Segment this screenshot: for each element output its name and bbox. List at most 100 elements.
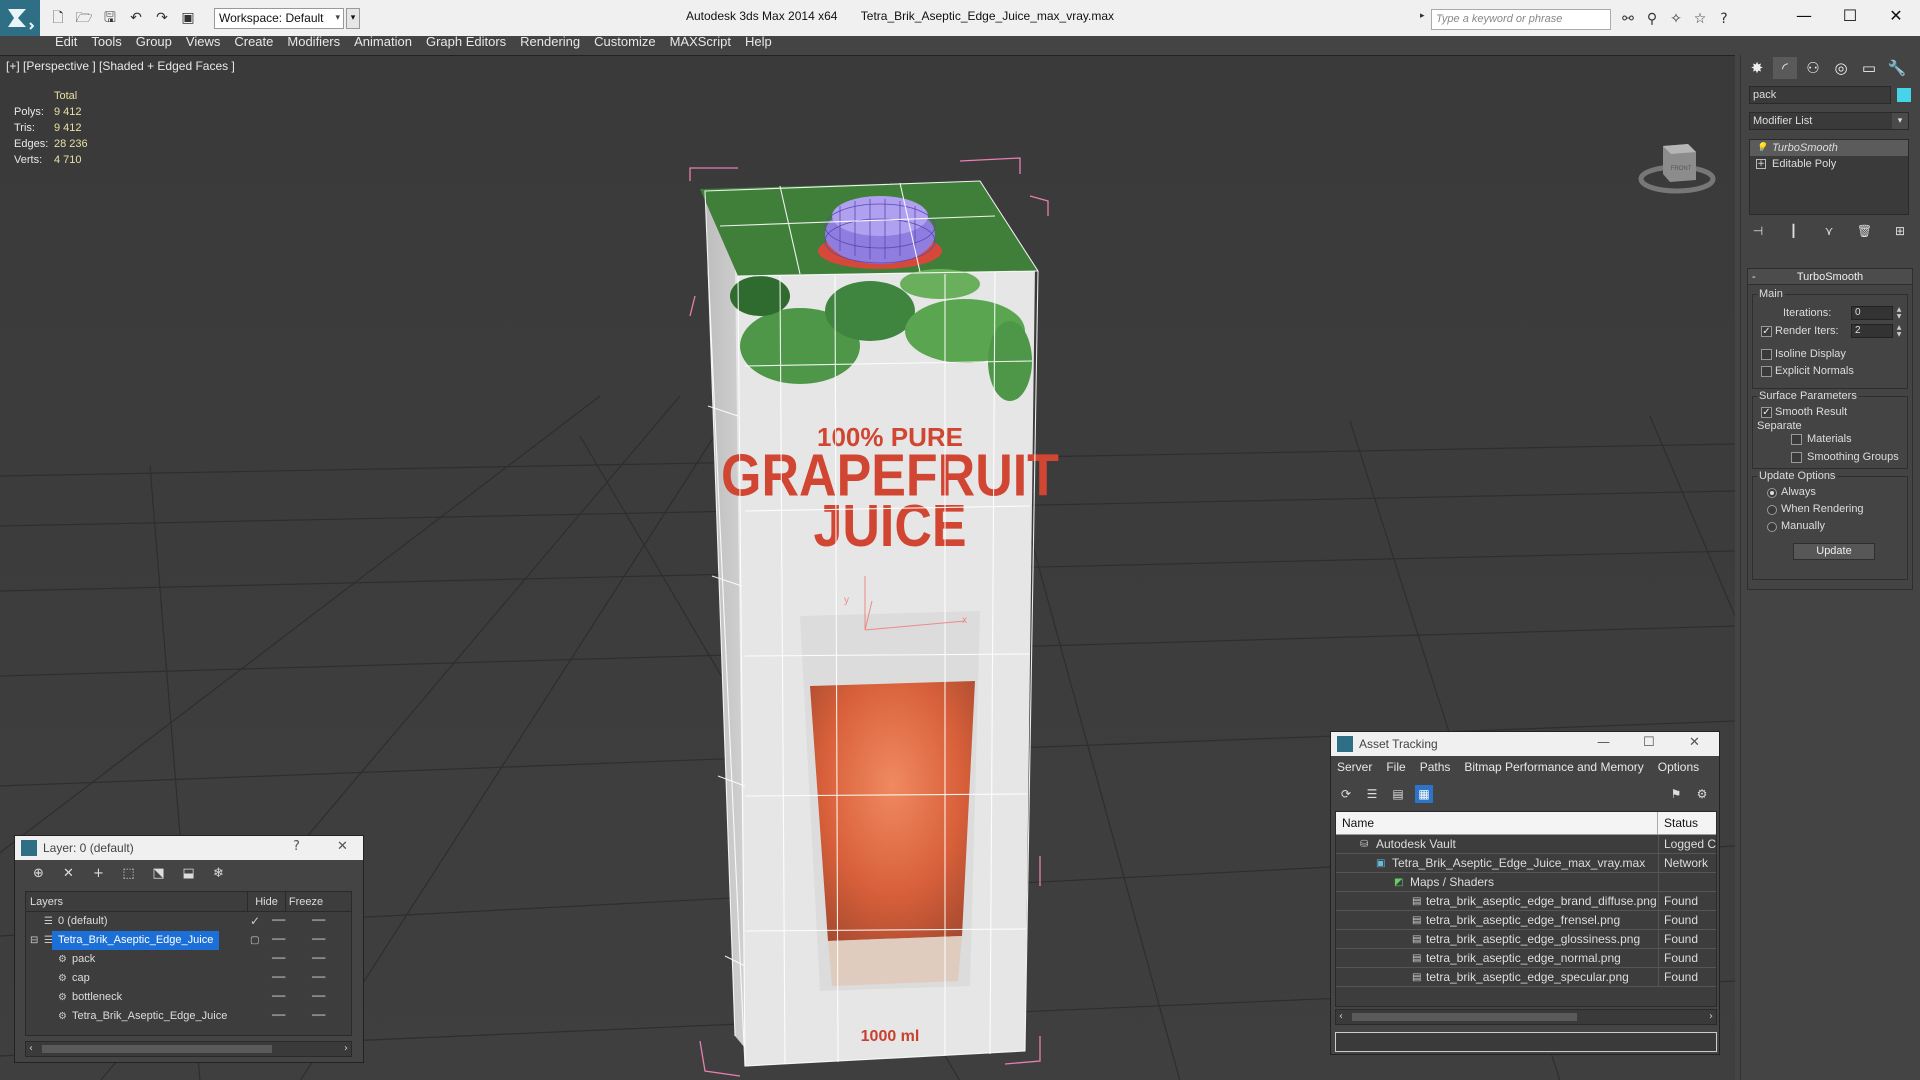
new-file-icon[interactable]: 🗋 xyxy=(48,9,68,27)
menu-item-tools[interactable]: Tools xyxy=(91,35,135,48)
hide-toggle[interactable]: ━━ xyxy=(272,912,285,931)
expand-plus-icon[interactable]: + xyxy=(1756,159,1766,169)
active-layer-check-icon[interactable]: ✓ xyxy=(250,912,260,931)
layer-object-row[interactable]: ⚙ Tetra_Brik_Aseptic_Edge_Juice ━━ ━━ xyxy=(26,1007,351,1026)
refresh-icon[interactable]: ⟳ xyxy=(1337,785,1355,803)
project-folder-icon[interactable]: ▣ xyxy=(178,9,198,27)
iterations-spinner[interactable]: 0 xyxy=(1851,306,1893,320)
isoline-display-checkbox[interactable] xyxy=(1761,349,1772,360)
render-iters-checkbox[interactable]: ✓ xyxy=(1761,326,1772,337)
explicit-normals-checkbox[interactable] xyxy=(1761,366,1772,377)
menu-item-maxscript[interactable]: MAXScript xyxy=(670,35,745,48)
select-objects-icon[interactable]: ⬚ xyxy=(119,866,138,882)
lightbulb-icon[interactable]: 💡 xyxy=(1756,143,1767,153)
favorites-star-icon[interactable]: ☆ xyxy=(1690,9,1710,29)
search-expand-icon[interactable]: ▸ xyxy=(1420,11,1425,21)
menu-item-animation[interactable]: Animation xyxy=(354,35,426,48)
scroll-left-icon[interactable]: ‹ xyxy=(29,1042,33,1056)
asset-menu-options[interactable]: Options xyxy=(1658,760,1699,774)
update-always-radio[interactable] xyxy=(1767,488,1777,498)
close-button[interactable]: ✕ xyxy=(1873,4,1919,28)
layer-row[interactable]: ☰ 0 (default) ✓ ━━ ━━ xyxy=(26,912,351,931)
asset-row[interactable]: ▤ tetra_brik_aseptic_edge_frensel.png Fo… xyxy=(1336,911,1716,930)
asset-horizontal-scrollbar[interactable]: ‹ › xyxy=(1335,1009,1717,1025)
asset-row[interactable]: ▤ tetra_brik_aseptic_edge_brand_diffuse.… xyxy=(1336,892,1716,911)
vault-settings-icon[interactable]: ⚙ xyxy=(1693,785,1711,803)
spinner-arrows-icon[interactable]: ▲ ▼ xyxy=(1895,324,1903,338)
status-column-header[interactable]: Status xyxy=(1658,812,1698,834)
detail-view-icon[interactable]: ▤ xyxy=(1389,785,1407,803)
menu-item-modifiers[interactable]: Modifiers xyxy=(287,35,354,48)
asset-row[interactable]: ▣ Tetra_Brik_Aseptic_Edge_Juice_max_vray… xyxy=(1336,854,1716,873)
layer-object-row[interactable]: ⚙ pack ━━ ━━ xyxy=(26,950,351,969)
asset-tracking-titlebar[interactable]: Asset Tracking — ☐ ✕ xyxy=(1331,732,1719,756)
asset-menu-file[interactable]: File xyxy=(1386,760,1405,774)
utilities-tab-icon[interactable]: 🔧 xyxy=(1885,57,1909,79)
help-icon[interactable]: ? xyxy=(1714,9,1734,29)
open-file-icon[interactable]: 🗁 xyxy=(74,9,94,27)
freeze-all-icon[interactable]: ❄ xyxy=(209,866,228,882)
search-input[interactable]: Type a keyword or phrase xyxy=(1431,9,1611,30)
binoculars-icon[interactable]: ⚯ xyxy=(1618,9,1638,29)
asset-row[interactable]: ▤ tetra_brik_aseptic_edge_normal.png Fou… xyxy=(1336,949,1716,968)
smooth-result-checkbox[interactable]: ✓ xyxy=(1761,407,1772,418)
asset-row[interactable]: ▤ tetra_brik_aseptic_edge_specular.png F… xyxy=(1336,968,1716,987)
save-file-icon[interactable]: 🖫 xyxy=(100,9,120,27)
freeze-toggle[interactable]: ━━ xyxy=(312,969,325,988)
freeze-toggle[interactable]: ━━ xyxy=(312,912,325,931)
close-icon[interactable]: ✕ xyxy=(1689,735,1700,750)
add-to-layer-icon[interactable]: + xyxy=(89,866,108,882)
configure-modifier-sets-icon[interactable]: ⊞ xyxy=(1891,223,1909,239)
freeze-toggle[interactable]: ━━ xyxy=(312,950,325,969)
hide-toggle[interactable]: ━━ xyxy=(272,931,285,950)
hide-all-icon[interactable]: ⬓ xyxy=(179,866,198,882)
workspace-dropdown[interactable]: Workspace: Default ▾ xyxy=(214,8,344,29)
create-tab-icon[interactable]: ✸ xyxy=(1745,57,1769,79)
motion-tab-icon[interactable]: ◎ xyxy=(1829,57,1853,79)
table-view-icon[interactable]: ▦ xyxy=(1415,785,1433,803)
hide-toggle[interactable]: ━━ xyxy=(272,988,285,1007)
make-unique-icon[interactable]: ⋎ xyxy=(1820,223,1838,239)
update-when-rendering-radio[interactable] xyxy=(1767,505,1777,515)
hide-toggle[interactable]: ━━ xyxy=(272,1007,285,1026)
object-name-field[interactable]: pack xyxy=(1749,86,1891,104)
stack-item-editable-poly[interactable]: + Editable Poly xyxy=(1750,156,1908,172)
rollout-header[interactable]: - TurboSmooth xyxy=(1748,269,1912,285)
name-column-header[interactable]: Name xyxy=(1336,812,1658,834)
menu-item-create[interactable]: Create xyxy=(234,35,287,48)
communication-center-icon[interactable]: ✧ xyxy=(1666,9,1686,29)
undo-icon[interactable]: ↶ xyxy=(126,9,146,27)
freeze-toggle[interactable]: ━━ xyxy=(312,931,325,950)
update-button[interactable]: Update xyxy=(1793,543,1875,560)
menu-item-graph-editors[interactable]: Graph Editors xyxy=(426,35,520,48)
hide-column-header[interactable]: Hide xyxy=(248,892,286,911)
asset-row[interactable]: ◩ Maps / Shaders xyxy=(1336,873,1716,892)
app-logo-button[interactable] xyxy=(0,0,40,36)
display-tab-icon[interactable]: ▭ xyxy=(1857,57,1881,79)
menu-item-edit[interactable]: Edit xyxy=(55,35,91,48)
redo-icon[interactable]: ↷ xyxy=(152,9,172,27)
help-pointer-icon[interactable]: ⚑ xyxy=(1667,785,1685,803)
delete-layer-icon[interactable]: ✕ xyxy=(59,866,78,882)
scroll-right-icon[interactable]: › xyxy=(344,1042,348,1056)
separate-materials-checkbox[interactable] xyxy=(1791,434,1802,445)
remove-modifier-icon[interactable]: 🗑 xyxy=(1856,223,1874,239)
maximize-button[interactable]: ☐ xyxy=(1827,4,1873,28)
hide-toggle[interactable]: ━━ xyxy=(272,950,285,969)
pin-stack-icon[interactable]: ⊣ xyxy=(1749,223,1767,239)
modify-tab-icon[interactable]: ◜ xyxy=(1773,57,1797,79)
minimize-icon[interactable]: — xyxy=(1597,735,1610,750)
toolbar-overflow-icon[interactable]: ▾ xyxy=(346,8,360,29)
close-icon[interactable]: ✕ xyxy=(337,839,348,854)
highlight-layer-icon[interactable]: ⬔ xyxy=(149,866,168,882)
freeze-toggle[interactable]: ━━ xyxy=(312,1007,325,1026)
layer-object-row[interactable]: ⚙ bottleneck ━━ ━━ xyxy=(26,988,351,1007)
asset-row[interactable]: ▤ tetra_brik_aseptic_edge_glossiness.png… xyxy=(1336,930,1716,949)
layers-column-header[interactable]: Layers xyxy=(26,892,248,911)
layer-row[interactable]: ⊟ ☰ Tetra_Brik_Aseptic_Edge_Juice ▢ ━━ ━… xyxy=(26,931,351,950)
modifier-list-dropdown[interactable]: Modifier List ▾ xyxy=(1749,112,1909,130)
viewport-label[interactable]: [+] [Perspective ] [Shaded + Edged Faces… xyxy=(6,59,235,73)
scroll-right-icon[interactable]: › xyxy=(1709,1010,1713,1024)
asset-path-field[interactable] xyxy=(1335,1032,1717,1052)
hierarchy-tab-icon[interactable]: ⚇ xyxy=(1801,57,1825,79)
